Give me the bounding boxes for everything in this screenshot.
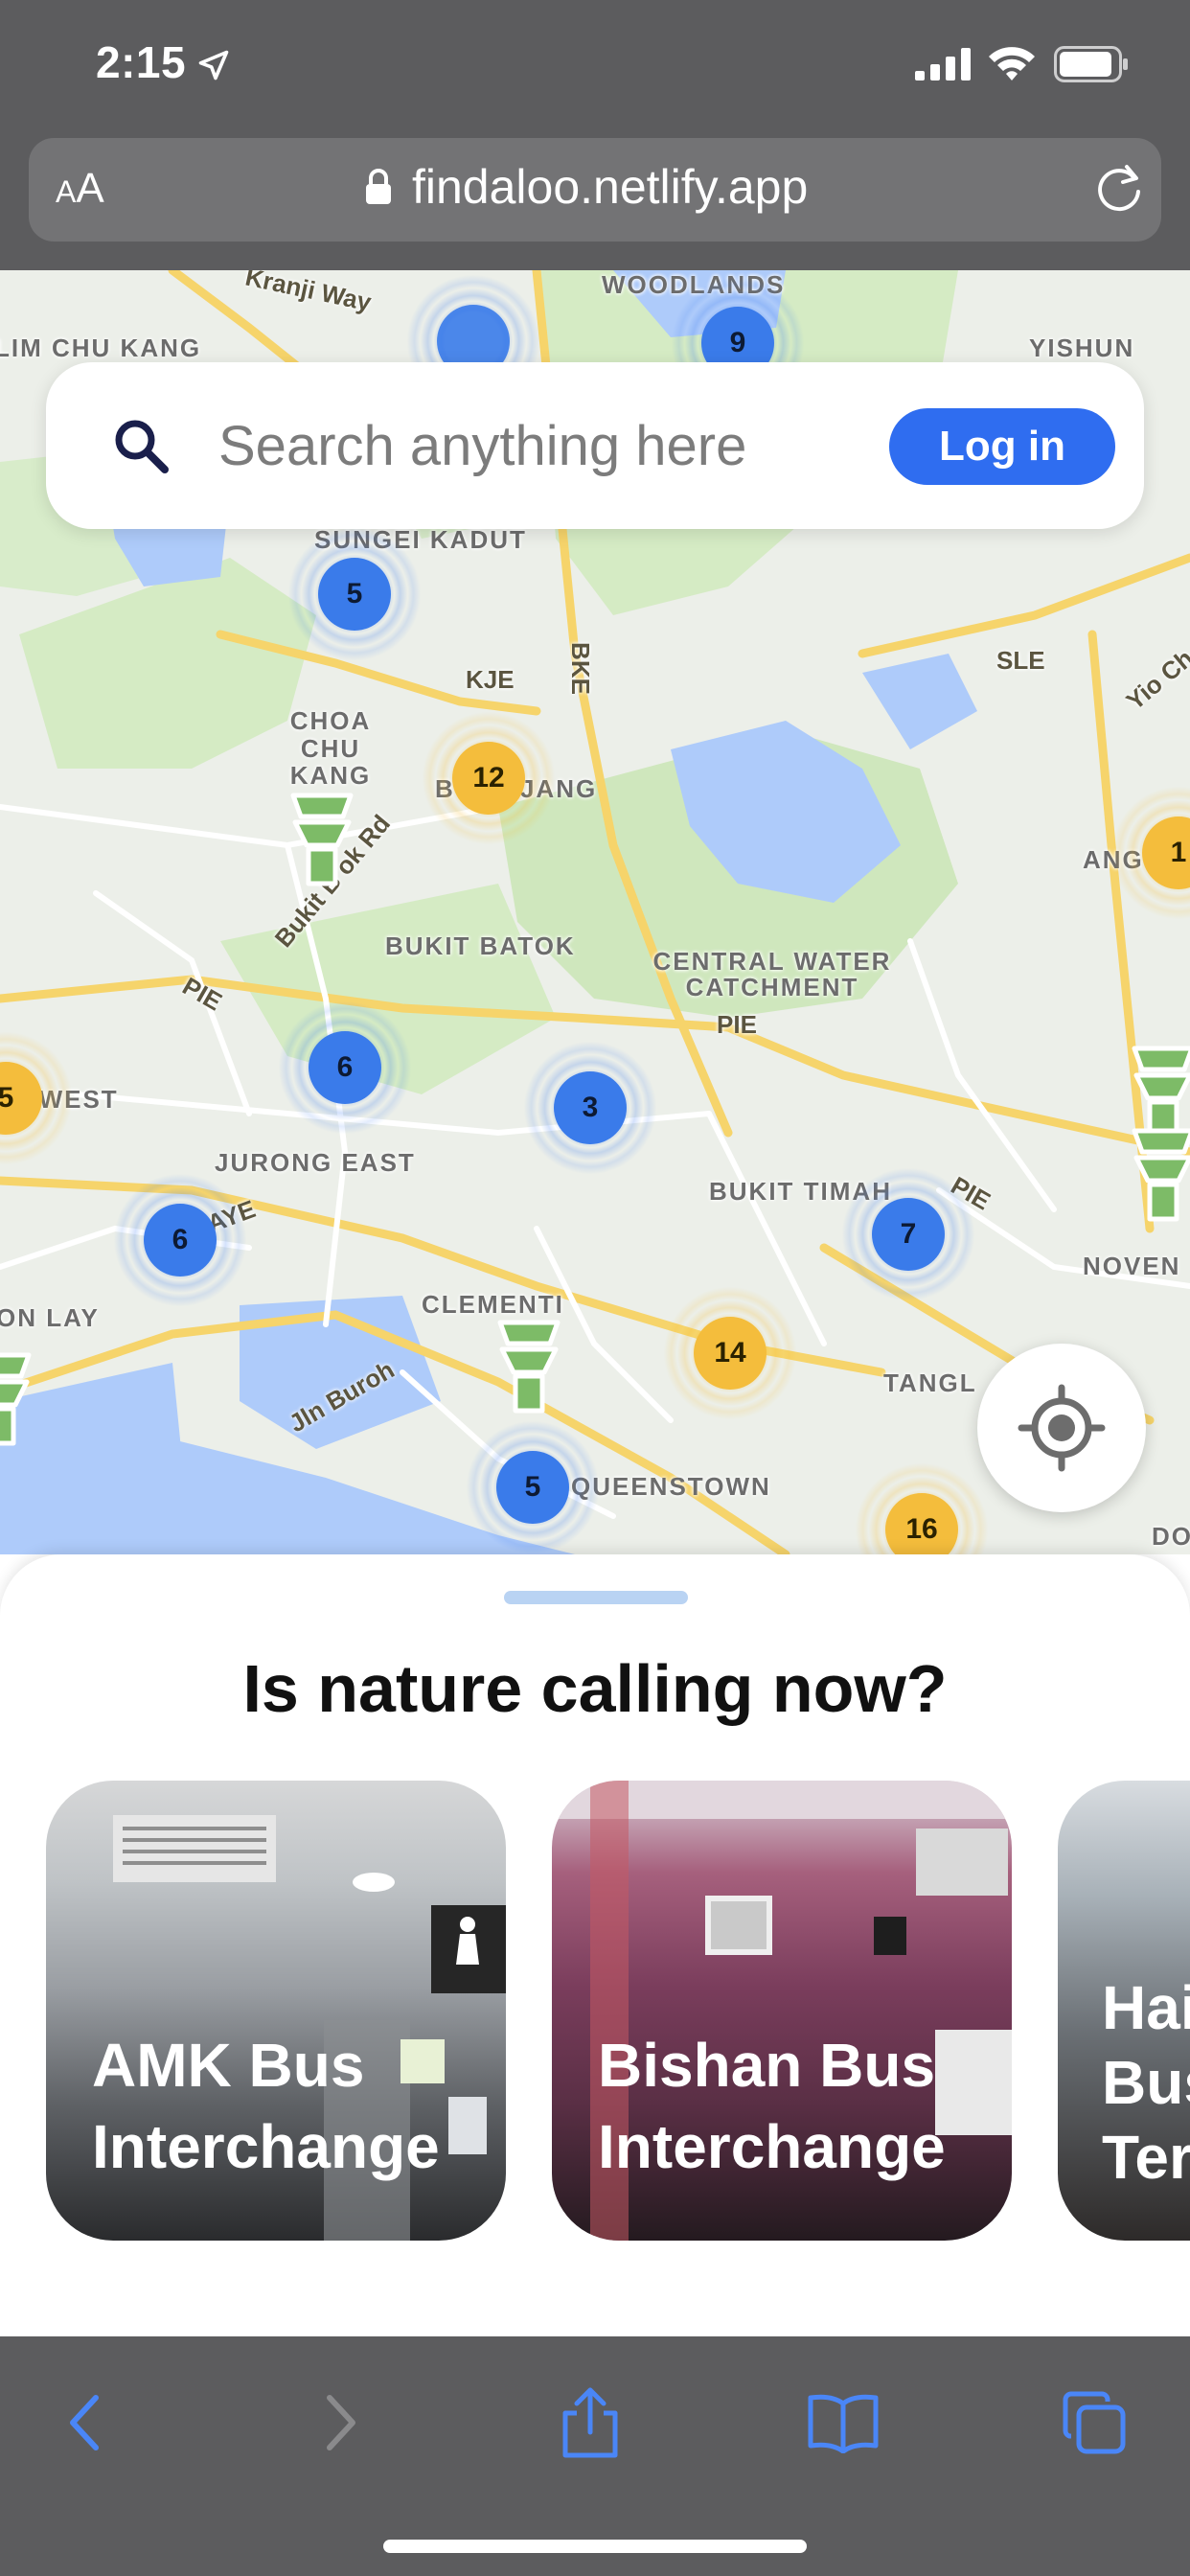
map-label-bke: BKE (565, 642, 595, 695)
toilet-marker-icon[interactable] (0, 1347, 38, 1453)
crosshair-icon (1018, 1384, 1106, 1472)
toilet-card[interactable]: AMK Bus Interchange (46, 1781, 506, 2241)
share-icon (562, 2387, 618, 2458)
wifi-icon (989, 47, 1035, 80)
map-label-lim-chu-kang: LIM CHU KANG (0, 334, 202, 362)
browser-toolbar (0, 2336, 1190, 2576)
map-label-central-water-catchment: CENTRAL WATER CATCHMENT (652, 947, 892, 1002)
lock-icon (366, 169, 391, 204)
address-bar[interactable]: AA findaloo.netlify.app (29, 138, 1161, 242)
cluster-marker[interactable]: 6 (113, 1173, 247, 1307)
search-input[interactable] (218, 404, 860, 487)
map-label-bukit-batok: BUKIT BATOK (385, 932, 576, 960)
cluster-marker[interactable]: 14 (663, 1286, 797, 1420)
text-size-button[interactable]: AA (56, 165, 104, 213)
map-label-queenstown: QUEENSTOWN (571, 1472, 771, 1501)
forward-button[interactable] (293, 2375, 389, 2471)
status-time: 2:15 (96, 37, 187, 87)
map-label-pie-mid: PIE (717, 1010, 757, 1039)
search-icon (115, 420, 169, 473)
cluster-marker[interactable]: 5 (287, 527, 422, 661)
cluster-marker[interactable]: 7 (841, 1167, 975, 1301)
battery-icon (1054, 46, 1128, 82)
toilet-card[interactable]: Hai Bus Ter (1058, 1781, 1190, 2241)
reload-icon[interactable] (1090, 159, 1148, 217)
map-label-choa-chu-kang: CHOA CHU KANG (289, 706, 372, 791)
share-button[interactable] (542, 2375, 638, 2471)
tabs-icon (1063, 2391, 1126, 2454)
back-button[interactable] (36, 2375, 132, 2471)
tabs-button[interactable] (1046, 2375, 1142, 2471)
toilet-marker-icon[interactable] (491, 1315, 567, 1420)
toilet-card-label: Hai Bus Ter (1102, 1972, 1190, 2192)
toilet-card-label: Bishan Bus Interchange (598, 2031, 946, 2181)
map-label-jurong-east: JURONG EAST (215, 1148, 416, 1177)
cluster-marker[interactable]: 3 (523, 1041, 657, 1175)
forward-icon (327, 2395, 355, 2450)
map-label-tangl: TANGL (883, 1368, 977, 1397)
back-icon (70, 2395, 99, 2450)
map-label-do: DO (1152, 1522, 1190, 1551)
sheet-drag-handle[interactable] (504, 1591, 688, 1604)
url-text[interactable]: findaloo.netlify.app (412, 159, 808, 215)
home-indicator[interactable] (383, 2540, 807, 2553)
toilet-card[interactable]: Bishan Bus Interchange (552, 1781, 1012, 2241)
locate-me-button[interactable] (977, 1344, 1146, 1512)
map-label-sle: SLE (996, 646, 1045, 675)
login-button[interactable]: Log in (889, 408, 1115, 485)
toilet-card-label: AMK Bus Interchange (92, 2031, 440, 2181)
toilet-marker-icon[interactable] (284, 788, 360, 893)
browser-top-chrome: 2:15 AA findaloo.netlify.app (0, 0, 1190, 270)
cluster-marker[interactable]: 12 (422, 711, 556, 845)
toilet-marker-icon[interactable] (1125, 1123, 1190, 1229)
map-label-kje: KJE (466, 665, 515, 694)
cluster-marker[interactable]: 6 (278, 1000, 412, 1135)
sheet-title: Is nature calling now? (242, 1651, 948, 1726)
cellular-signal-icon (915, 48, 971, 80)
bookmarks-icon (808, 2394, 879, 2453)
nearby-toilets-carousel[interactable]: AMK Bus Interchange Bishan Bus Interchan… (46, 1781, 1190, 2241)
map-label-noven: NOVEN (1083, 1252, 1181, 1280)
map-label-yishun: YISHUN (1029, 334, 1135, 362)
bottom-sheet[interactable]: Is nature calling now? AMK Bus Interchan… (0, 1554, 1190, 2336)
location-arrow-icon (198, 50, 229, 80)
search-bar: Log in (46, 362, 1144, 529)
map-label-on-lay: ON LAY (0, 1303, 100, 1332)
bookmarks-button[interactable] (795, 2375, 891, 2471)
cluster-marker[interactable]: 5 (466, 1420, 600, 1554)
